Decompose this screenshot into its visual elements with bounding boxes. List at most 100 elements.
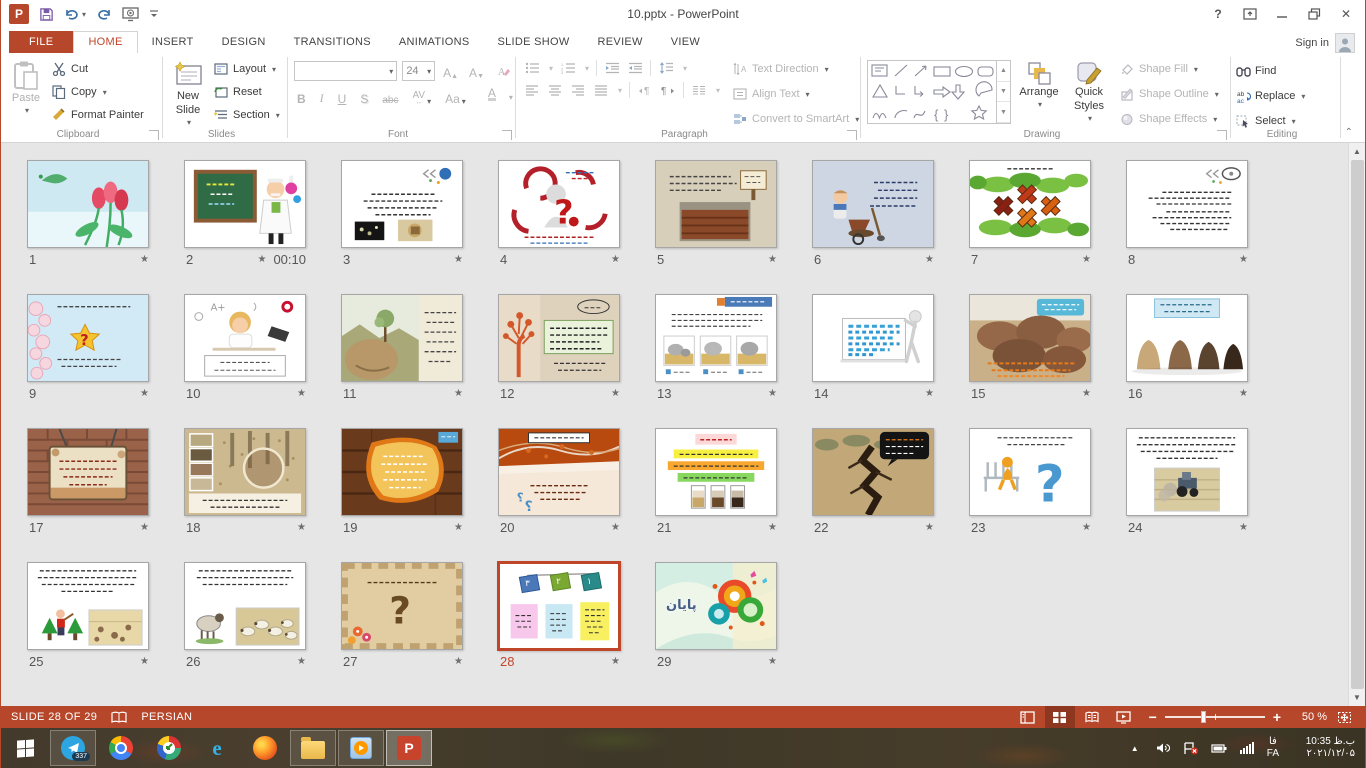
battery-icon[interactable] — [1211, 743, 1227, 754]
transition-star-icon[interactable]: ★ — [297, 656, 306, 667]
minimize-button[interactable] — [1267, 3, 1297, 25]
shape-effects-button[interactable]: Shape Effects▾ — [1119, 109, 1219, 129]
undo-dropdown-icon[interactable]: ▾ — [82, 10, 86, 19]
taskbar-chrome[interactable] — [98, 730, 144, 766]
slide-thumbnail[interactable]: ? — [969, 428, 1091, 516]
slide-thumbnail[interactable] — [655, 428, 777, 516]
tab-animations[interactable]: ANIMATIONS — [385, 32, 484, 53]
new-slide-button[interactable]: New Slide▾ — [165, 56, 211, 128]
find-button[interactable]: Find — [1235, 60, 1305, 82]
numbering-icon[interactable]: 123 — [560, 60, 576, 76]
action-center-flag-icon[interactable] — [1183, 742, 1199, 755]
slide-thumbnail[interactable]: ۱ ۲ ۳ — [497, 561, 621, 651]
bullets-icon[interactable] — [524, 60, 540, 76]
slide-thumbnail[interactable] — [812, 294, 934, 382]
zoom-slider[interactable]: − + — [1149, 710, 1281, 724]
vertical-scrollbar[interactable]: ▲ ▼ — [1348, 143, 1365, 706]
italic-button[interactable]: I — [317, 88, 327, 106]
taskbar-telegram[interactable]: 337 — [50, 730, 96, 766]
slide-thumbnail[interactable] — [27, 428, 149, 516]
reading-view-button[interactable] — [1077, 706, 1107, 728]
slide-thumbnail[interactable] — [184, 428, 306, 516]
transition-star-icon[interactable]: ★ — [925, 522, 934, 533]
scrollbar-thumb[interactable] — [1351, 160, 1364, 689]
slide-thumbnail[interactable]: ؟؟ — [498, 428, 620, 516]
user-avatar-icon[interactable] — [1335, 33, 1355, 53]
underline-button[interactable]: U — [335, 88, 350, 106]
line-spacing-icon[interactable] — [658, 60, 674, 76]
slide-thumbnail[interactable] — [184, 160, 306, 248]
columns-icon[interactable] — [691, 82, 707, 98]
slide-show-button[interactable] — [1109, 706, 1139, 728]
scrollbar-down-icon[interactable]: ▼ — [1349, 689, 1365, 706]
transition-star-icon[interactable]: ★ — [768, 522, 777, 533]
slide-thumbnail[interactable]: ? — [341, 562, 463, 650]
transition-star-icon[interactable]: ★ — [454, 254, 463, 265]
taskbar-powerpoint[interactable]: P — [386, 730, 432, 766]
slide-thumbnail[interactable] — [655, 294, 777, 382]
undo-button[interactable]: ▾ — [64, 4, 86, 24]
shrink-font-button[interactable]: A▼ — [466, 62, 487, 80]
align-center-icon[interactable] — [547, 82, 563, 98]
transition-star-icon[interactable]: ★ — [1239, 254, 1248, 265]
transition-star-icon[interactable]: ★ — [454, 522, 463, 533]
grow-font-button[interactable]: A▲ — [440, 62, 461, 80]
slide-thumbnail[interactable] — [341, 294, 463, 382]
slide-thumbnail[interactable]: A+ — [184, 294, 306, 382]
transition-star-icon[interactable]: ★ — [768, 656, 777, 667]
taskbar-firefox[interactable] — [242, 730, 288, 766]
restore-button[interactable] — [1299, 3, 1329, 25]
shape-fill-button[interactable]: Shape Fill▾ — [1119, 59, 1219, 79]
font-dialog-launcher[interactable] — [502, 130, 512, 140]
save-button[interactable] — [39, 4, 54, 24]
transition-star-icon[interactable]: ★ — [611, 522, 620, 533]
transition-star-icon[interactable]: ★ — [611, 254, 620, 265]
align-text-button[interactable]: Align Text▾ — [732, 84, 859, 104]
section-button[interactable]: Section▾ — [213, 105, 280, 125]
slide-thumbnail[interactable] — [655, 160, 777, 248]
align-left-icon[interactable] — [524, 82, 540, 98]
slide-thumbnail[interactable]: پایان — [655, 562, 777, 650]
slide-sorter-view-button[interactable] — [1045, 706, 1075, 728]
sign-in-link[interactable]: Sign in — [1295, 37, 1329, 49]
taskbar-file-explorer[interactable] — [290, 730, 336, 766]
start-from-beginning-button[interactable] — [122, 4, 139, 24]
taskbar-internet-explorer[interactable]: e — [194, 730, 240, 766]
zoom-in-button[interactable]: + — [1273, 710, 1281, 724]
slide-thumbnail[interactable] — [812, 160, 934, 248]
transition-star-icon[interactable]: ★ — [257, 254, 266, 265]
convert-to-smartart-button[interactable]: Convert to SmartArt▾ — [732, 109, 859, 129]
copy-button[interactable]: Copy▾ — [51, 82, 144, 102]
bold-button[interactable]: B — [294, 88, 309, 106]
fit-slide-to-window-button[interactable] — [1329, 706, 1359, 728]
repeat-button[interactable] — [96, 4, 112, 24]
help-button[interactable]: ? — [1203, 3, 1233, 25]
tab-review[interactable]: REVIEW — [584, 32, 657, 53]
tab-home[interactable]: HOME — [73, 31, 137, 53]
slide-thumbnail[interactable] — [341, 428, 463, 516]
collapse-ribbon-button[interactable]: ⌃ — [1345, 127, 1353, 138]
volume-icon[interactable] — [1155, 742, 1171, 754]
slide-thumbnail[interactable]: ? — [498, 160, 620, 248]
transition-star-icon[interactable]: ★ — [611, 388, 620, 399]
paste-button[interactable]: Paste▾ — [3, 56, 49, 116]
transition-star-icon[interactable]: ★ — [297, 522, 306, 533]
language-indicator[interactable]: PERSIAN — [141, 711, 192, 723]
transition-star-icon[interactable]: ★ — [140, 522, 149, 533]
transition-star-icon[interactable]: ★ — [768, 388, 777, 399]
normal-view-button[interactable] — [1013, 706, 1043, 728]
tab-file[interactable]: FILE — [9, 31, 73, 53]
transition-star-icon[interactable]: ★ — [1082, 522, 1091, 533]
tab-insert[interactable]: INSERT — [138, 32, 208, 53]
transition-star-icon[interactable]: ★ — [140, 388, 149, 399]
transition-star-icon[interactable]: ★ — [140, 254, 149, 265]
slide-thumbnail[interactable] — [184, 562, 306, 650]
tab-slide-show[interactable]: SLIDE SHOW — [483, 32, 583, 53]
slide-thumbnail[interactable] — [341, 160, 463, 248]
slide-thumbnail[interactable] — [1126, 294, 1248, 382]
arrange-button[interactable]: Arrange▾ — [1013, 56, 1065, 110]
spell-check-icon[interactable] — [111, 711, 127, 724]
character-spacing-button[interactable]: AV↔▾ — [409, 88, 434, 106]
transition-star-icon[interactable]: ★ — [1239, 522, 1248, 533]
layout-button[interactable]: Layout▾ — [213, 59, 280, 79]
